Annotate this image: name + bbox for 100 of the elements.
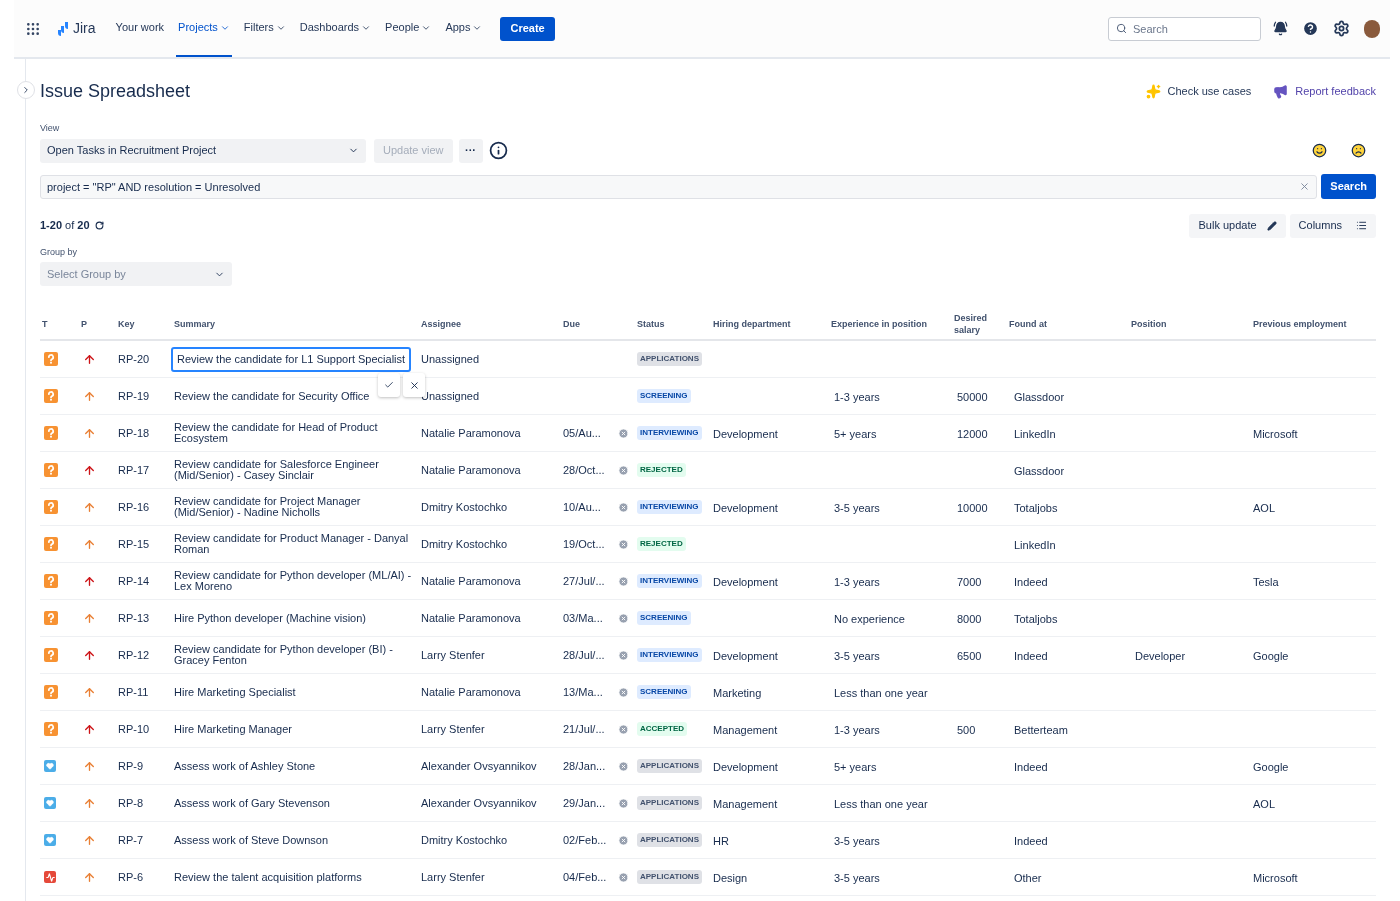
column-header[interactable]: Hiring department	[713, 317, 831, 330]
clear-date-icon[interactable]	[618, 464, 629, 476]
status-badge[interactable]: APPLICATIONS	[637, 759, 702, 773]
status-badge[interactable]: ACCEPTED	[637, 722, 687, 736]
status-badge[interactable]: APPLICATIONS	[637, 870, 702, 884]
status-badge[interactable]: INTERVIEWING	[637, 574, 702, 588]
status-badge[interactable]: REJECTED	[637, 537, 686, 551]
status-badge[interactable]: SCREENING	[637, 685, 691, 699]
nav-item[interactable]: People	[383, 0, 434, 57]
more-button[interactable]: ···	[458, 138, 483, 163]
due-date: 29/Jan...	[563, 795, 606, 811]
summary-text[interactable]: Assess work of Steve Downson	[174, 834, 329, 846]
smile-icon[interactable]	[1312, 143, 1327, 158]
view-select[interactable]: Open Tasks in Recruitment Project	[40, 138, 366, 163]
experience-text: No experience	[834, 613, 905, 625]
summary-text[interactable]: Review the candidate for Security Office	[174, 390, 370, 402]
column-header[interactable]: Position	[1131, 317, 1253, 330]
column-header[interactable]: Experience in position	[831, 317, 954, 330]
summary-text[interactable]: Review candidate for Product Manager - Danyal Roman	[174, 533, 415, 555]
column-header[interactable]: T	[42, 317, 81, 330]
salary-text: 10000	[957, 502, 988, 514]
summary-text[interactable]: Review candidate for Salesforce Engineer (Mid/Senior) - Casey Sinclair	[174, 459, 415, 481]
query-field[interactable]: project = "RP" AND resolution = Unresolved	[40, 174, 1318, 199]
department-text: Development	[713, 576, 778, 588]
column-header[interactable]: Desired salary	[954, 311, 1009, 336]
report-feedback-link[interactable]: Report feedback	[1273, 82, 1376, 100]
assignee-name: Alexander Ovsyannikov	[421, 795, 538, 811]
nav-item[interactable]: Filters	[241, 0, 288, 57]
confirm-button[interactable]	[378, 373, 400, 398]
column-header[interactable]: Assignee	[421, 317, 563, 330]
column-header[interactable]: P	[81, 317, 118, 330]
nav-item[interactable]: Dashboards	[297, 0, 374, 57]
summary-input[interactable]: Review the candidate for L1 Support Specialist	[171, 346, 411, 372]
clear-date-icon[interactable]	[618, 612, 629, 624]
nav-item[interactable]: Apps	[443, 0, 485, 57]
issue-key: RP-7	[118, 831, 174, 849]
column-header[interactable]: Previous employment	[1253, 317, 1376, 330]
status-badge[interactable]: APPLICATIONS	[637, 833, 702, 847]
experience-text: 5+ years	[834, 428, 877, 440]
clear-date-icon[interactable]	[618, 427, 629, 439]
column-header[interactable]: Status	[637, 317, 713, 330]
summary-text[interactable]: Hire Marketing Manager	[174, 723, 292, 735]
clear-date-icon[interactable]	[618, 723, 629, 735]
clear-date-icon[interactable]	[618, 686, 629, 698]
notification-icon[interactable]	[1273, 21, 1288, 36]
column-header[interactable]: Found at	[1009, 317, 1131, 330]
check-use-cases-link[interactable]: Check use cases	[1145, 82, 1252, 100]
nav-item[interactable]: Your work	[113, 0, 167, 57]
column-header[interactable]: Due	[563, 317, 637, 330]
search-field[interactable]: Search	[1108, 17, 1261, 41]
bulk-update-button[interactable]: Bulk update	[1189, 213, 1286, 238]
help-icon[interactable]	[1302, 20, 1319, 37]
frown-icon[interactable]	[1351, 143, 1366, 158]
clear-date-icon[interactable]	[618, 575, 629, 587]
status-badge[interactable]: REJECTED	[637, 463, 686, 477]
assignee-name: Larry Stenfer	[421, 721, 486, 737]
summary-text[interactable]: Hire Python developer (Machine vision)	[174, 612, 366, 624]
summary-text[interactable]: Assess work of Gary Stevenson	[174, 797, 330, 809]
clear-date-icon[interactable]	[618, 538, 629, 550]
status-badge[interactable]: SCREENING	[637, 389, 691, 403]
status-badge[interactable]: INTERVIEWING	[637, 426, 702, 440]
summary-text[interactable]: Review candidate for Python developer (ML/AI) - Lex Moreno	[174, 570, 415, 592]
app-switcher-icon[interactable]	[25, 20, 41, 37]
refresh-icon[interactable]	[94, 221, 104, 230]
clear-icon[interactable]	[1299, 180, 1311, 192]
info-icon[interactable]	[488, 141, 508, 160]
status-badge[interactable]: SCREENING	[637, 611, 691, 625]
clear-date-icon[interactable]	[618, 797, 629, 809]
status-badge[interactable]: APPLICATIONS	[637, 352, 702, 366]
avatar[interactable]	[1364, 19, 1380, 38]
status-badge[interactable]: APPLICATIONS	[637, 796, 702, 810]
group-by-label: Group by	[40, 245, 79, 259]
salary-text: 7000	[957, 576, 982, 588]
status-badge[interactable]: INTERVIEWING	[637, 500, 702, 514]
search-button[interactable]: Search	[1321, 173, 1376, 199]
clear-date-icon[interactable]	[618, 760, 629, 772]
summary-text[interactable]: Review candidate for Project Manager (Mid/Senior) - Nadine Nicholls	[174, 496, 415, 518]
column-header[interactable]: Summary	[174, 317, 421, 330]
nav-item[interactable]: Projects	[176, 0, 232, 57]
settings-icon[interactable]	[1333, 20, 1350, 37]
check-icon	[384, 380, 394, 391]
status-badge[interactable]: INTERVIEWING	[637, 648, 702, 662]
clear-date-icon[interactable]	[618, 501, 629, 513]
summary-text[interactable]: Review the talent acquisition platforms	[174, 871, 362, 883]
product-name[interactable]: Jira	[73, 18, 96, 39]
column-header[interactable]: Key	[118, 317, 174, 330]
employer-text: AOL	[1253, 798, 1275, 810]
clear-date-icon[interactable]	[618, 834, 629, 846]
columns-button[interactable]: Columns	[1289, 213, 1376, 238]
clear-date-icon[interactable]	[618, 871, 629, 883]
summary-text[interactable]: Review the candidate for Head of Product Ecosystem	[174, 422, 415, 444]
summary-text[interactable]: Review candidate for Python developer (BI) - Gracey Fenton	[174, 644, 415, 666]
expand-sidebar-button[interactable]	[17, 81, 35, 99]
create-button[interactable]: Create	[500, 16, 555, 41]
summary-text[interactable]: Hire Marketing Specialist	[174, 686, 296, 698]
page-title: Issue Spreadsheet	[40, 79, 191, 103]
employer-text: Microsoft	[1253, 428, 1298, 440]
summary-text[interactable]: Assess work of Ashley Stone	[174, 760, 316, 772]
clear-date-icon[interactable]	[618, 649, 629, 661]
list-icon	[1356, 220, 1367, 231]
